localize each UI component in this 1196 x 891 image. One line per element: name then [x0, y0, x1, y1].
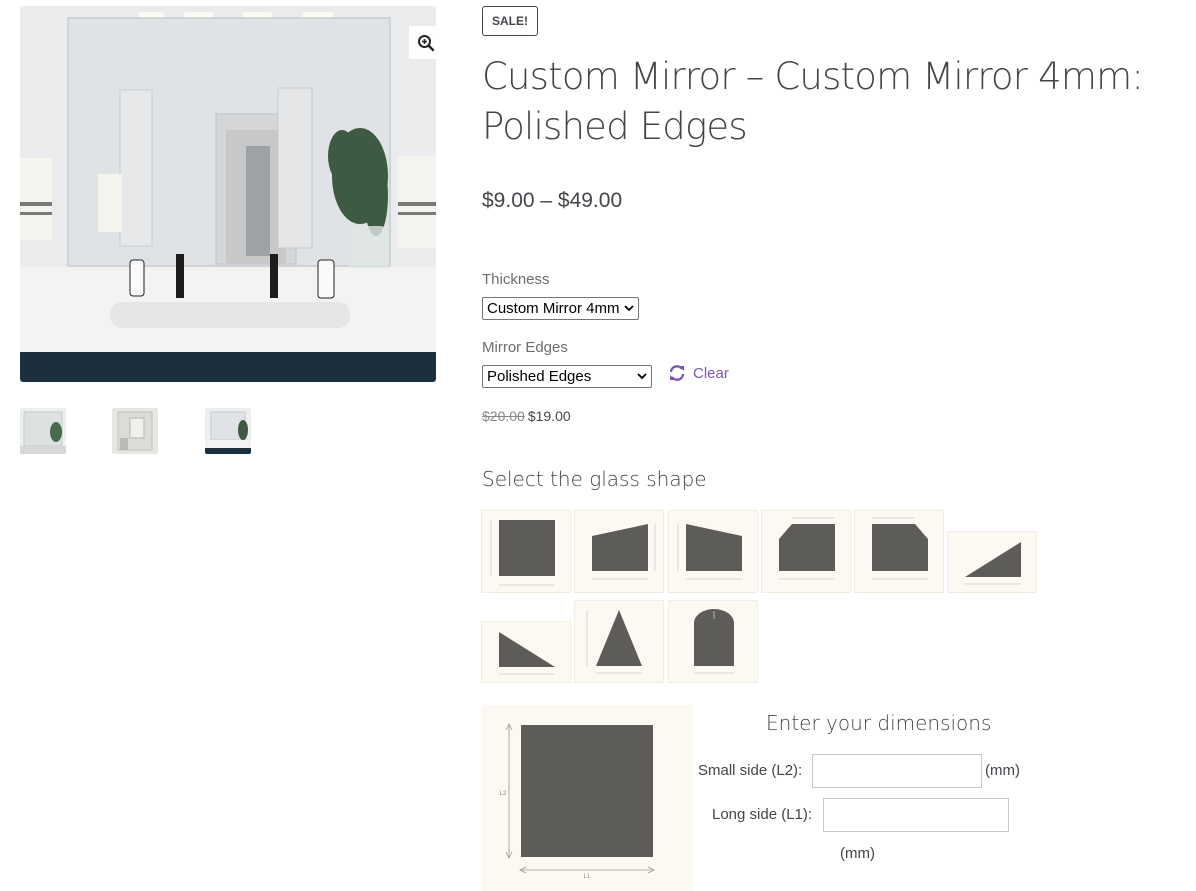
clear-selection-link[interactable]: Clear — [668, 364, 729, 382]
long-side-unit: (mm) — [840, 845, 875, 862]
refresh-icon — [669, 365, 685, 381]
thickness-select[interactable]: Custom Mirror 4mm — [482, 297, 639, 320]
sale-price: $19.00 — [527, 408, 571, 424]
gallery-thumbnail-3[interactable] — [205, 408, 251, 454]
magnifier-plus-icon — [417, 34, 434, 51]
bathroom-mirror-photo — [20, 6, 436, 382]
shape-option-triangle-left[interactable] — [481, 621, 571, 683]
clear-label: Clear — [693, 364, 729, 382]
dimensions-heading: Enter your dimensions — [766, 711, 992, 735]
gallery-thumbnail-2[interactable] — [112, 408, 158, 454]
shape-option-arched[interactable] — [668, 600, 758, 683]
gallery-thumbnail-1[interactable] — [20, 408, 66, 454]
shape-option-triangle-isosceles[interactable] — [574, 600, 664, 683]
shape-option-trapezoid-left[interactable] — [574, 510, 664, 593]
long-side-label: Long side (L1): — [712, 806, 813, 823]
small-side-input[interactable] — [812, 754, 982, 788]
small-side-label: Small side (L2): — [698, 762, 803, 779]
shape-option-cut-corners-both[interactable] — [854, 510, 944, 593]
shape-dimension-diagram: L2 L1 — [481, 705, 693, 891]
mirror-edges-select-value: Polished Edges — [487, 368, 592, 385]
mirror-edges-select[interactable]: Polished Edges — [482, 365, 652, 388]
thickness-label: Thickness — [482, 271, 550, 288]
small-side-unit: (mm) — [985, 762, 1020, 779]
variation-price: $20.00 $19.00 — [482, 408, 571, 424]
product-main-image[interactable] — [20, 6, 436, 382]
l2-diagram-label: L2 — [500, 791, 507, 797]
product-title: Custom Mirror – Custom Mirror 4mm: Polis… — [482, 55, 1144, 148]
thickness-select-value: Custom Mirror 4mm — [487, 300, 620, 317]
shape-option-square[interactable] — [481, 510, 571, 593]
chevron-down-icon — [637, 373, 647, 380]
long-side-input[interactable] — [823, 798, 1009, 832]
shape-heading: Select the glass shape — [482, 467, 707, 491]
chevron-down-icon — [624, 305, 634, 312]
mirror-edges-label: Mirror Edges — [482, 339, 568, 356]
l1-diagram-label: L1 — [584, 874, 591, 880]
shape-option-cut-corner-left[interactable] — [761, 510, 851, 593]
zoom-button[interactable] — [409, 26, 436, 59]
shape-option-trapezoid-right[interactable] — [668, 510, 758, 593]
shape-option-triangle-right[interactable] — [947, 531, 1037, 593]
sale-badge: SALE! — [482, 6, 538, 36]
price-range: $9.00 – $49.00 — [482, 189, 623, 212]
old-price: $20.00 — [482, 408, 525, 424]
